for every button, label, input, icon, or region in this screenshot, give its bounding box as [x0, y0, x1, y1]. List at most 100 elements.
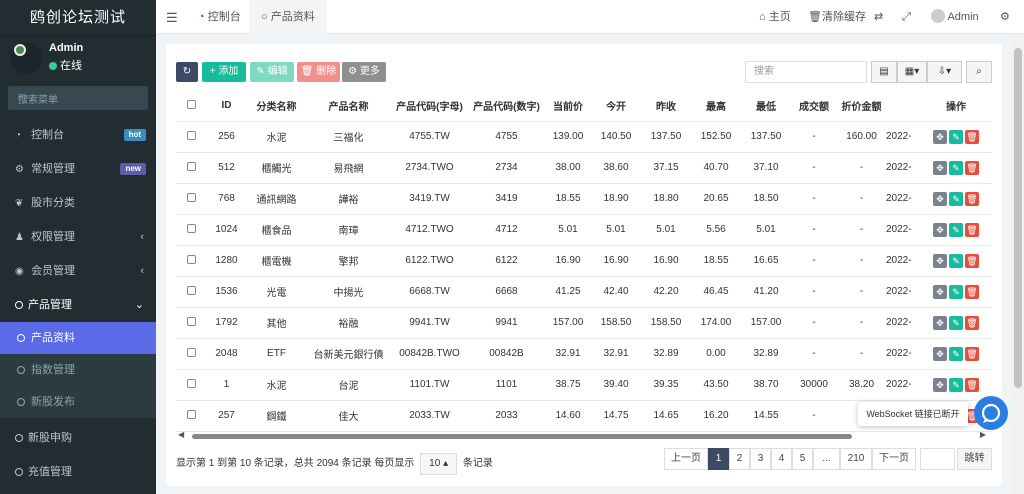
row-checkbox[interactable]: [176, 152, 206, 184]
page-5[interactable]: 5: [792, 448, 813, 470]
sidebar-search-input[interactable]: 搜索菜单 ⌕: [8, 86, 148, 110]
page-210[interactable]: 210: [840, 448, 872, 470]
delete-row-icon[interactable]: 🗑: [965, 284, 979, 299]
export-button[interactable]: ⇩▾: [927, 61, 962, 83]
user-menu[interactable]: Admin: [931, 0, 979, 34]
col-turnover[interactable]: 成交额: [791, 91, 837, 122]
edit-row-icon[interactable]: ✎: [949, 377, 963, 392]
next-page-button[interactable]: 下一页: [872, 448, 916, 470]
advanced-search-button[interactable]: ⌕: [966, 61, 992, 83]
tab-product-data[interactable]: ○ 产品资料: [249, 0, 327, 34]
page-1[interactable]: 1: [708, 448, 729, 470]
delete-row-icon[interactable]: 🗑: [965, 129, 979, 144]
sidebar-item-members[interactable]: ◉ 会员管理 ‹: [0, 254, 156, 288]
edit-row-icon[interactable]: ✎: [949, 315, 963, 330]
add-button[interactable]: + 添加: [202, 62, 246, 82]
col-low[interactable]: 最低: [741, 91, 791, 122]
sidebar-item-stock-category[interactable]: ❦ 股市分类: [0, 186, 156, 220]
row-checkbox[interactable]: [176, 183, 206, 215]
delete-button[interactable]: 🗑 删除: [297, 62, 340, 82]
sidebar-item-recharge[interactable]: 充值管理: [0, 455, 156, 489]
col-high[interactable]: 最高: [691, 91, 741, 122]
drag-handle-icon[interactable]: ✥: [933, 191, 947, 206]
edit-row-icon[interactable]: ✎: [949, 253, 963, 268]
row-checkbox[interactable]: [176, 245, 206, 277]
col-code-alpha[interactable]: 产品代码(字母): [391, 91, 468, 122]
delete-row-icon[interactable]: 🗑: [965, 377, 979, 392]
app-logo[interactable]: 鸥创论坛测试: [0, 0, 156, 36]
table-row[interactable]: 1280 櫃電機 擎邦 6122.TWO 6122 16.90 16.90 16.90 18.5…: [176, 245, 992, 277]
more-button[interactable]: ⚙ 更多: [342, 62, 386, 82]
edit-row-icon[interactable]: ✎: [949, 160, 963, 175]
page-size-select[interactable]: 10 ▴: [420, 453, 458, 475]
chat-bubble-icon[interactable]: [974, 396, 1008, 430]
table-row[interactable]: 1 水泥 台泥 1101.TW 1101 38.75 39.40 39.35 43.50 38.7…: [176, 369, 992, 401]
edit-row-icon[interactable]: ✎: [949, 191, 963, 206]
sidebar-item-product-data[interactable]: 产品资料: [0, 322, 156, 354]
drag-handle-icon[interactable]: ✥: [933, 346, 947, 361]
search-icon[interactable]: ⌕: [18, 90, 139, 103]
row-checkbox[interactable]: [176, 214, 206, 246]
sidebar-item-index-management[interactable]: 指数管理: [0, 354, 156, 386]
select-all-checkbox[interactable]: [176, 91, 206, 122]
row-checkbox[interactable]: [176, 121, 206, 153]
col-prev-close[interactable]: 昨收: [641, 91, 691, 122]
page-3[interactable]: 3: [750, 448, 771, 470]
refresh-button[interactable]: ↻: [176, 62, 198, 82]
col-code-numeric[interactable]: 产品代码(数字): [468, 91, 545, 122]
delete-row-icon[interactable]: 🗑: [965, 315, 979, 330]
sidebar-item-ipo-subscribe[interactable]: 新股申购: [0, 421, 156, 455]
edit-row-icon[interactable]: ✎: [949, 284, 963, 299]
table-row[interactable]: 1792 其他 裕融 9941.TW 9941 157.00 158.50 158.50 174…: [176, 307, 992, 339]
col-discount-amount[interactable]: 折价金额: [837, 91, 886, 122]
row-checkbox[interactable]: [176, 276, 206, 308]
prev-page-button[interactable]: 上一页: [664, 448, 708, 470]
delete-row-icon[interactable]: 🗑: [965, 160, 979, 175]
col-open[interactable]: 今开: [591, 91, 641, 122]
clear-cache-link[interactable]: 🗑清除缓存: [808, 0, 866, 34]
drag-handle-icon[interactable]: ✥: [933, 377, 947, 392]
vertical-scrollbar[interactable]: [1012, 34, 1024, 494]
home-link[interactable]: ⌂ 主页: [759, 0, 791, 34]
row-checkbox[interactable]: [176, 400, 206, 432]
drag-handle-icon[interactable]: ✥: [933, 222, 947, 237]
page-4[interactable]: 4: [771, 448, 792, 470]
row-checkbox[interactable]: [176, 338, 206, 370]
edit-row-icon[interactable]: ✎: [949, 346, 963, 361]
table-row[interactable]: 2048 ETF 台新美元銀行債 00842B.TWO 00842B 32.91 32.91…: [176, 338, 992, 370]
row-checkbox[interactable]: [176, 307, 206, 339]
sidebar-item-permission[interactable]: ♟ 权限管理 ‹: [0, 220, 156, 254]
drag-handle-icon[interactable]: ✥: [933, 160, 947, 175]
page-2[interactable]: 2: [729, 448, 750, 470]
col-date[interactable]: [886, 91, 920, 122]
col-id[interactable]: ID: [206, 91, 247, 122]
menu-toggle-icon[interactable]: ☰: [166, 10, 178, 26]
row-checkbox[interactable]: [176, 369, 206, 401]
table-row[interactable]: 1536 光電 中揚光 6668.TW 6668 41.25 42.40 42.20 46.45…: [176, 276, 992, 308]
delete-row-icon[interactable]: 🗑: [965, 346, 979, 361]
delete-row-icon[interactable]: 🗑: [965, 222, 979, 237]
horizontal-scrollbar[interactable]: ◀ ▶: [178, 430, 986, 440]
drag-handle-icon[interactable]: ✥: [933, 315, 947, 330]
jump-page-input[interactable]: [920, 448, 955, 470]
translate-icon[interactable]: ⇄: [874, 0, 883, 34]
table-row[interactable]: 1024 櫃食品 南璋 4712.TWO 4712 5.01 5.01 5.01 5.56 5.0…: [176, 214, 992, 246]
jump-button[interactable]: 跳转: [957, 448, 992, 470]
table-row[interactable]: 512 櫃觸光 易飛網 2734.TWO 2734 38.00 38.60 37.15 40.7…: [176, 152, 992, 184]
sidebar-item-dashboard[interactable]: ◔ 控制台 hot: [0, 118, 156, 152]
toggle-view-button[interactable]: ▤: [871, 61, 897, 83]
drag-handle-icon[interactable]: ✥: [933, 284, 947, 299]
delete-row-icon[interactable]: 🗑: [965, 191, 979, 206]
col-current-price[interactable]: 当前价: [545, 91, 591, 122]
settings-icon[interactable]: ⚙: [1000, 0, 1010, 34]
edit-row-icon[interactable]: ✎: [949, 222, 963, 237]
fullscreen-icon[interactable]: ⤢: [902, 0, 911, 34]
sidebar-item-products[interactable]: 产品管理 ⌄: [0, 288, 156, 322]
drag-handle-icon[interactable]: ✥: [933, 253, 947, 268]
table-row[interactable]: 256 水泥 三福化 4755.TW 4755 139.00 140.50 137.50 152…: [176, 121, 992, 153]
col-category[interactable]: 分类名称: [247, 91, 306, 122]
edit-row-icon[interactable]: ✎: [949, 129, 963, 144]
table-search-input[interactable]: 搜索: [745, 61, 867, 83]
drag-handle-icon[interactable]: ✥: [933, 129, 947, 144]
sidebar-item-ipo-publish[interactable]: 新股发布: [0, 386, 156, 418]
